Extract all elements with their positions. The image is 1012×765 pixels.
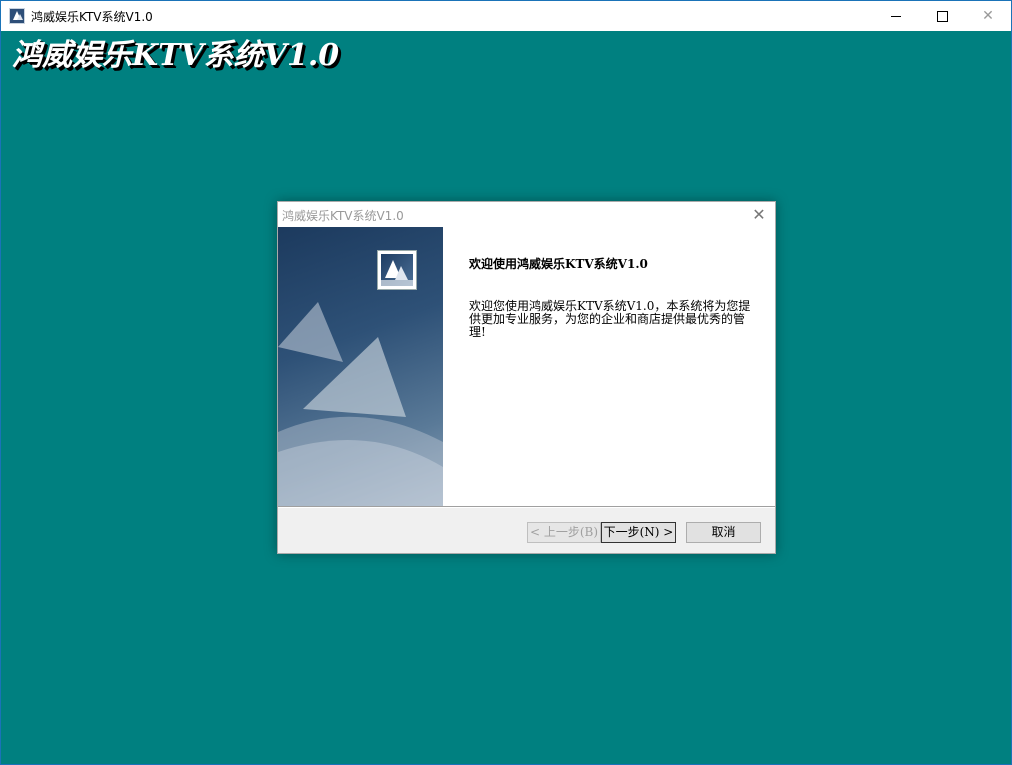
app-banner: 鸿威娱乐KTV系统V1.0 bbox=[12, 38, 340, 73]
minimize-icon bbox=[891, 15, 901, 17]
wizard-heading: 欢迎使用鸿威娱乐KTV系统V1.0 bbox=[469, 257, 648, 271]
setup-wizard-dialog: 鸿威娱乐KTV系统V1.0 ✕ 欢迎使用鸿威娱乐KTV系统V1.0 欢迎您使用鸿… bbox=[277, 201, 776, 554]
cancel-button[interactable]: 取消 bbox=[686, 522, 761, 543]
sails-illustration bbox=[278, 302, 443, 506]
dialog-title: 鸿威娱乐KTV系统V1.0 bbox=[282, 209, 404, 223]
dialog-close-button[interactable]: ✕ bbox=[749, 205, 769, 225]
back-button[interactable]: < 上一步(B) bbox=[527, 522, 601, 543]
maximize-button[interactable] bbox=[919, 1, 965, 31]
divider-highlight bbox=[278, 507, 775, 508]
minimize-button[interactable] bbox=[873, 1, 919, 31]
dialog-body: 欢迎使用鸿威娱乐KTV系统V1.0 欢迎您使用鸿威娱乐KTV系统V1.0，本系统… bbox=[278, 227, 775, 506]
maximize-icon bbox=[936, 10, 948, 22]
dialog-titlebar[interactable]: 鸿威娱乐KTV系统V1.0 ✕ bbox=[278, 202, 775, 227]
window-controls: ✕ bbox=[873, 1, 1011, 31]
app-icon bbox=[9, 8, 25, 24]
logo bbox=[377, 250, 417, 290]
close-button[interactable]: ✕ bbox=[965, 1, 1011, 31]
next-button[interactable]: 下一步(N) > bbox=[601, 522, 676, 543]
close-icon: ✕ bbox=[752, 205, 766, 224]
window-titlebar[interactable]: 鸿威娱乐KTV系统V1.0 ✕ bbox=[1, 1, 1011, 31]
close-icon: ✕ bbox=[982, 8, 994, 24]
window-title: 鸿威娱乐KTV系统V1.0 bbox=[31, 9, 153, 24]
wizard-description: 欢迎您使用鸿威娱乐KTV系统V1.0，本系统将为您提供更加专业服务，为您的企业和… bbox=[469, 299, 751, 339]
wizard-side-image bbox=[278, 227, 443, 506]
